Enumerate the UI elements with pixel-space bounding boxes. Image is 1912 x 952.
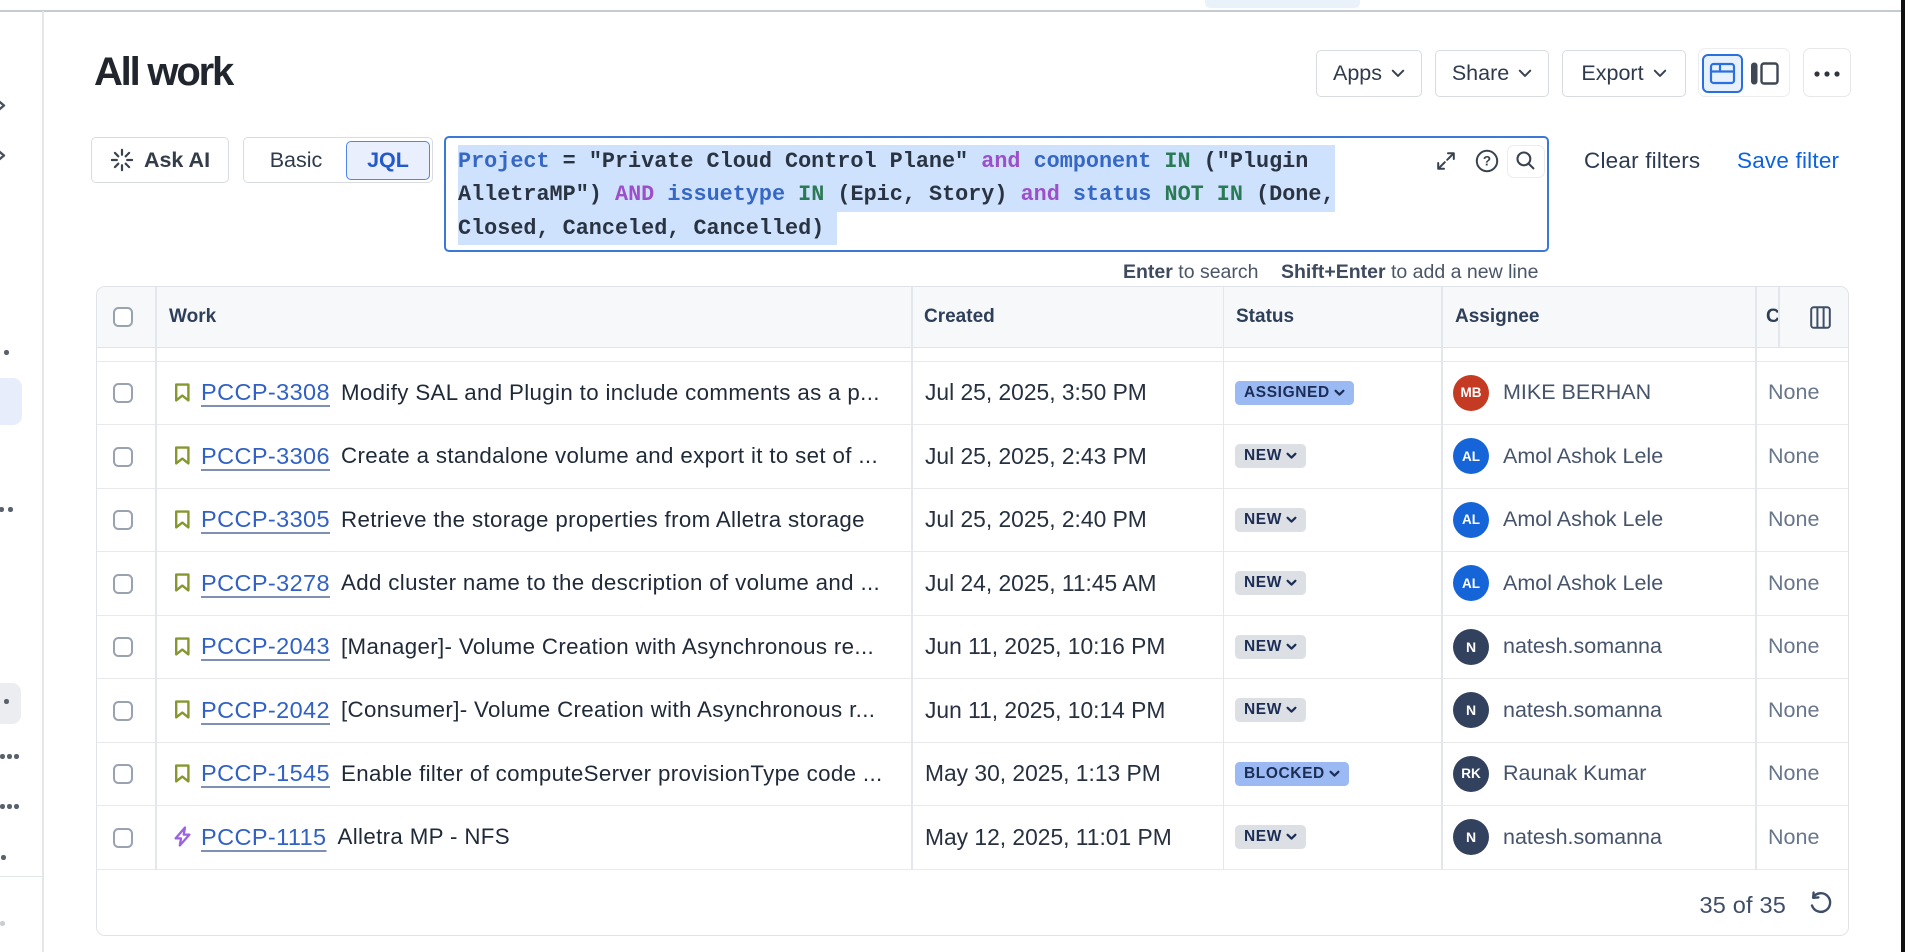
svg-text:?: ? — [1483, 154, 1491, 169]
